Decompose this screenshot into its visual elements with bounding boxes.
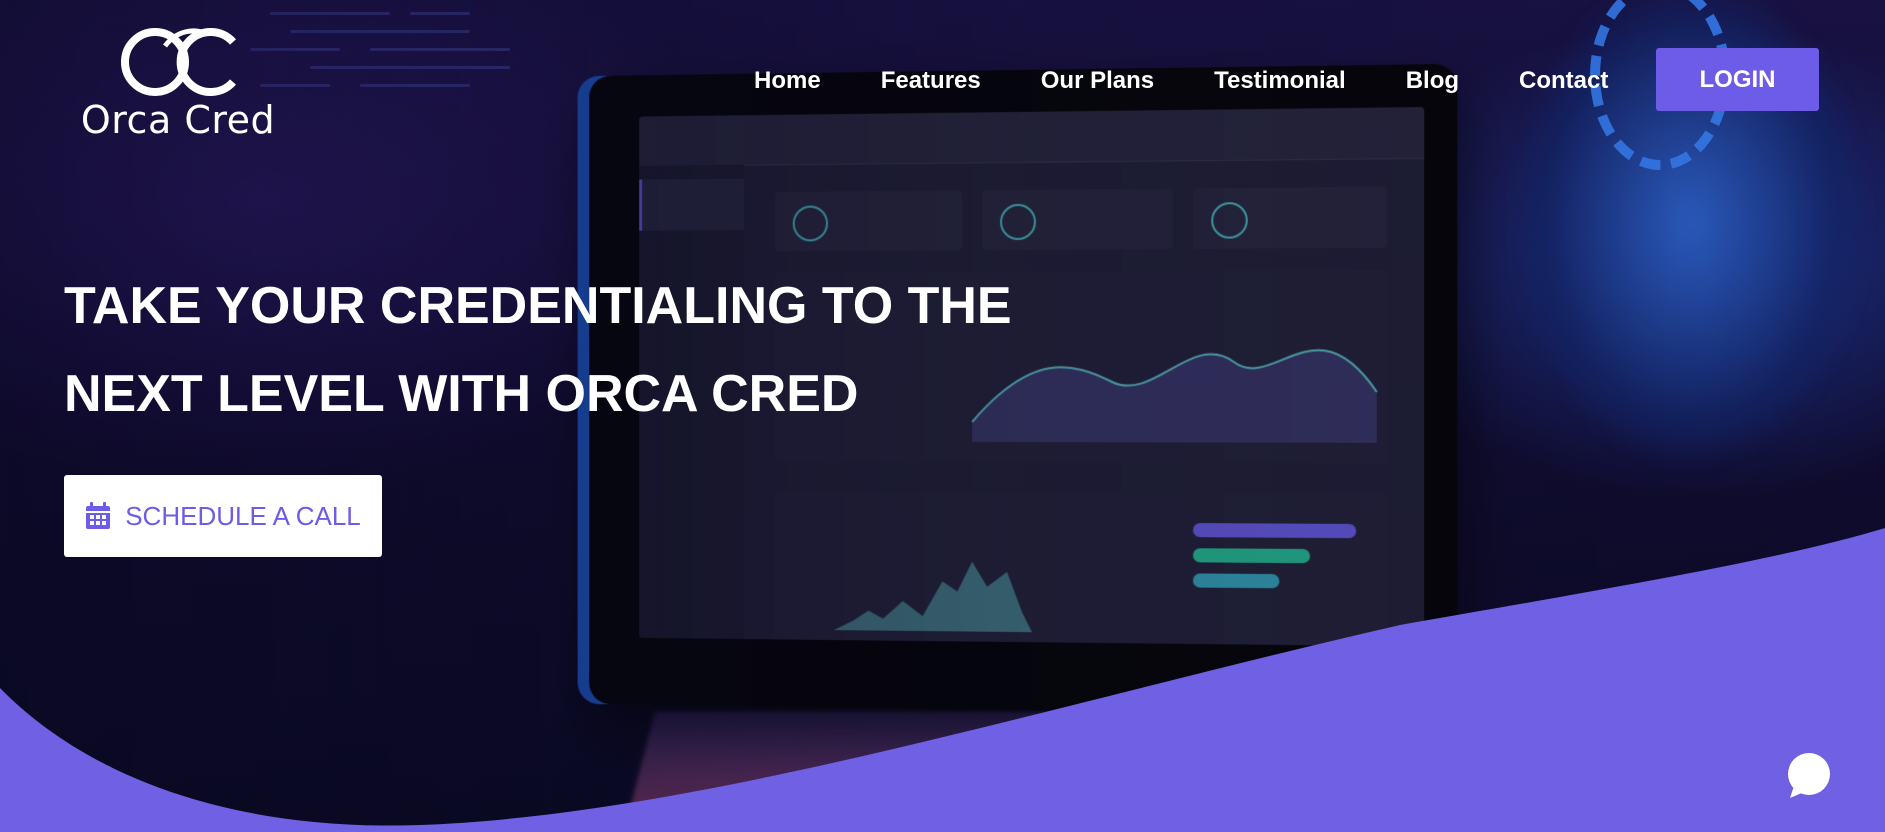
orca-cred-logo-icon <box>121 28 236 96</box>
nav-our-plans[interactable]: Our Plans <box>1041 66 1154 96</box>
chat-bubble-icon[interactable] <box>1784 752 1832 800</box>
nav-blog[interactable]: Blog <box>1406 66 1459 96</box>
nav-contact[interactable]: Contact <box>1519 66 1608 96</box>
login-button[interactable]: LOGIN <box>1656 48 1819 111</box>
brand-name: Orca Cred <box>80 98 276 142</box>
hero-headline-line-2: NEXT LEVEL WITH ORCA CRED <box>64 365 859 423</box>
nav-home[interactable]: Home <box>754 66 821 96</box>
nav-testimonial[interactable]: Testimonial <box>1214 66 1346 96</box>
calendar-icon <box>86 502 111 529</box>
hero-headline: TAKE YOUR CREDENTIALING TO THE NEXT LEVE… <box>64 262 1064 438</box>
nav-features[interactable]: Features <box>881 66 981 96</box>
hero-headline-line-1: TAKE YOUR CREDENTIALING TO THE <box>64 277 1012 335</box>
orca-cred-logo[interactable]: Orca Cred <box>63 24 293 142</box>
schedule-call-label: SCHEDULE A CALL <box>125 500 361 531</box>
schedule-call-button[interactable]: SCHEDULE A CALL <box>64 475 382 557</box>
main-navigation: Home Features Our Plans Testimonial Blog… <box>754 66 1668 96</box>
